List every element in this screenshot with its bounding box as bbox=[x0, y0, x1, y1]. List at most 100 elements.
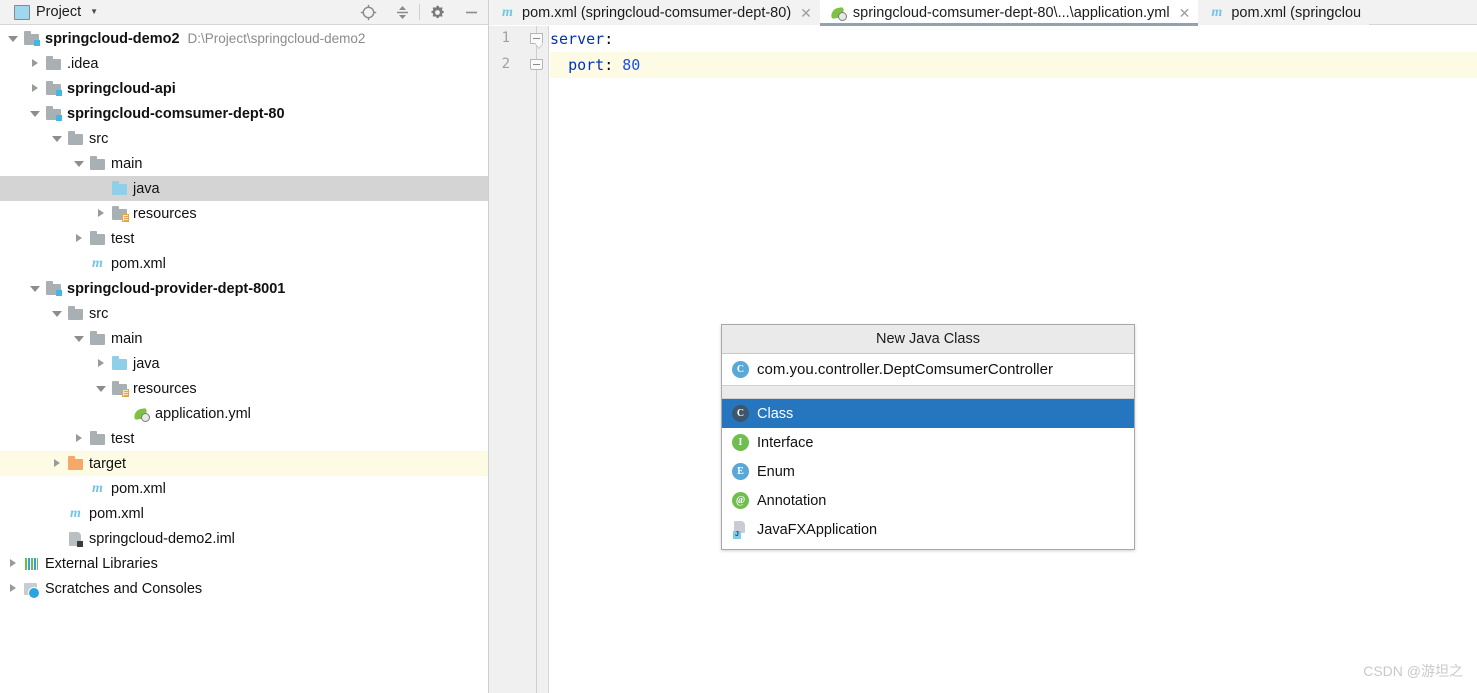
tree-row[interactable]: resources bbox=[0, 201, 488, 226]
code-colon: : bbox=[604, 56, 623, 74]
tree-expand-arrow[interactable] bbox=[30, 108, 41, 119]
kind-list-item-label: Class bbox=[757, 405, 794, 422]
class-icon: C bbox=[732, 361, 749, 378]
tree-row[interactable]: main bbox=[0, 151, 488, 176]
tree-row-label: resources bbox=[133, 380, 197, 397]
dialog-title: New Java Class bbox=[722, 325, 1134, 354]
tree-row[interactable]: springcloud-provider-dept-8001 bbox=[0, 276, 488, 301]
tree-row[interactable]: java bbox=[0, 176, 488, 201]
tree-row[interactable]: m pom.xml bbox=[0, 251, 488, 276]
fold-collapse-icon[interactable] bbox=[530, 33, 544, 47]
project-panel-toolbar bbox=[351, 0, 488, 24]
tree-row[interactable]: Scratches and Consoles bbox=[0, 576, 488, 601]
tree-row[interactable]: main bbox=[0, 326, 488, 351]
yaml-icon bbox=[133, 406, 150, 422]
dialog-separator bbox=[722, 386, 1134, 399]
tree-expand-arrow[interactable] bbox=[96, 183, 107, 194]
code-line[interactable]: server: bbox=[550, 26, 1477, 52]
editor-gutter[interactable]: 12 bbox=[489, 26, 549, 693]
tree-row[interactable]: m pom.xml bbox=[0, 501, 488, 526]
tree-row[interactable]: target bbox=[0, 451, 488, 476]
tree-expand-arrow[interactable] bbox=[30, 83, 41, 94]
tree-row-path: D:\Project\springcloud-demo2 bbox=[187, 31, 366, 46]
kind-list-item-label: Enum bbox=[757, 463, 795, 480]
tree-expand-arrow[interactable] bbox=[74, 233, 85, 244]
fold-end-icon[interactable] bbox=[530, 59, 544, 73]
editor-tab[interactable]: m pom.xml (springcloud-comsumer-dept-80) ✕ bbox=[489, 0, 820, 25]
tree-row[interactable]: springcloud-api bbox=[0, 76, 488, 101]
tree-row[interactable]: External Libraries bbox=[0, 551, 488, 576]
tree-expand-arrow[interactable] bbox=[74, 258, 85, 269]
minimize-icon[interactable] bbox=[454, 0, 488, 24]
tree-row[interactable]: springcloud-demo2.iml bbox=[0, 526, 488, 551]
line-number: 1 bbox=[501, 30, 510, 46]
kind-list-item[interactable]: @ Annotation bbox=[722, 486, 1134, 515]
line-number: 2 bbox=[501, 56, 510, 72]
code-key: port bbox=[568, 56, 605, 74]
project-panel-title: Project bbox=[36, 4, 82, 20]
close-icon[interactable]: ✕ bbox=[1179, 6, 1191, 20]
tree-row[interactable]: src bbox=[0, 126, 488, 151]
collapse-all-icon[interactable] bbox=[385, 0, 419, 24]
module-folder-icon bbox=[45, 281, 62, 297]
tree-expand-arrow[interactable] bbox=[30, 58, 41, 69]
enum-icon: E bbox=[732, 463, 749, 480]
kind-list-item[interactable]: I Interface bbox=[722, 428, 1134, 457]
tree-row[interactable]: application.yml bbox=[0, 401, 488, 426]
tree-row-label: application.yml bbox=[155, 405, 251, 422]
csdn-watermark: CSDN @游坦之 bbox=[1363, 663, 1463, 679]
editor-tab[interactable]: m pom.xml (springclou bbox=[1198, 0, 1370, 25]
tree-expand-arrow[interactable] bbox=[96, 208, 107, 219]
tree-expand-arrow[interactable] bbox=[8, 33, 19, 44]
maven-icon: m bbox=[502, 4, 513, 20]
kind-list-item[interactable]: E Enum bbox=[722, 457, 1134, 486]
folder-icon bbox=[89, 331, 106, 347]
tree-expand-arrow[interactable] bbox=[8, 583, 19, 594]
tree-expand-arrow[interactable] bbox=[52, 308, 63, 319]
chevron-down-icon[interactable]: ▼ bbox=[90, 8, 98, 16]
ide-window: Project ▼ springcloud-demo2 D:\Project\sp… bbox=[0, 0, 1477, 693]
tree-row-label: springcloud-api bbox=[67, 80, 176, 97]
fold-guide-line bbox=[536, 26, 537, 693]
maven-icon: m bbox=[1211, 4, 1223, 20]
class-name-input[interactable]: C com.you.controller.DeptComsumerControl… bbox=[722, 354, 1134, 386]
tree-expand-arrow[interactable] bbox=[52, 133, 63, 144]
tree-row-label: src bbox=[89, 130, 109, 147]
tree-row-label: pom.xml bbox=[111, 480, 166, 497]
tree-expand-arrow[interactable] bbox=[52, 508, 63, 519]
tree-row[interactable]: .idea bbox=[0, 51, 488, 76]
code-line[interactable]: port: 80 bbox=[550, 52, 1477, 78]
kind-list-item-label: Annotation bbox=[757, 492, 827, 509]
tree-expand-arrow[interactable] bbox=[118, 408, 129, 419]
kind-list-item[interactable]: C Class bbox=[722, 399, 1134, 428]
tree-row-label: springcloud-demo2.iml bbox=[89, 530, 235, 547]
tree-expand-arrow[interactable] bbox=[8, 558, 19, 569]
tree-expand-arrow[interactable] bbox=[30, 283, 41, 294]
locate-icon[interactable] bbox=[351, 0, 385, 24]
tree-expand-arrow[interactable] bbox=[74, 483, 85, 494]
folder-icon bbox=[89, 231, 106, 247]
tree-row[interactable]: springcloud-demo2 D:\Project\springcloud-… bbox=[0, 26, 488, 51]
kind-list-item[interactable]: JavaFXApplication bbox=[722, 515, 1134, 544]
tree-row[interactable]: resources bbox=[0, 376, 488, 401]
tree-expand-arrow[interactable] bbox=[96, 383, 107, 394]
tree-expand-arrow[interactable] bbox=[96, 358, 107, 369]
tree-expand-arrow[interactable] bbox=[52, 533, 63, 544]
tree-row[interactable]: java bbox=[0, 351, 488, 376]
close-icon[interactable]: ✕ bbox=[800, 6, 812, 20]
editor-tab[interactable]: springcloud-comsumer-dept-80\...\applica… bbox=[819, 0, 1199, 26]
project-tree[interactable]: springcloud-demo2 D:\Project\springcloud-… bbox=[0, 26, 488, 693]
tree-row[interactable]: springcloud-comsumer-dept-80 bbox=[0, 101, 488, 126]
tree-row[interactable]: test bbox=[0, 226, 488, 251]
editor-tab-bar: m pom.xml (springcloud-comsumer-dept-80) ✕… bbox=[489, 0, 1477, 26]
tree-row-label: springcloud-demo2 bbox=[45, 30, 180, 47]
tree-expand-arrow[interactable] bbox=[74, 433, 85, 444]
tree-row[interactable]: test bbox=[0, 426, 488, 451]
tree-expand-arrow[interactable] bbox=[52, 458, 63, 469]
gear-icon[interactable] bbox=[420, 0, 454, 24]
tree-expand-arrow[interactable] bbox=[74, 333, 85, 344]
tree-expand-arrow[interactable] bbox=[74, 158, 85, 169]
tree-row[interactable]: m pom.xml bbox=[0, 476, 488, 501]
kind-list[interactable]: C Class I Interface E Enum @ Annotation JavaFXAp… bbox=[722, 399, 1134, 544]
tree-row[interactable]: src bbox=[0, 301, 488, 326]
